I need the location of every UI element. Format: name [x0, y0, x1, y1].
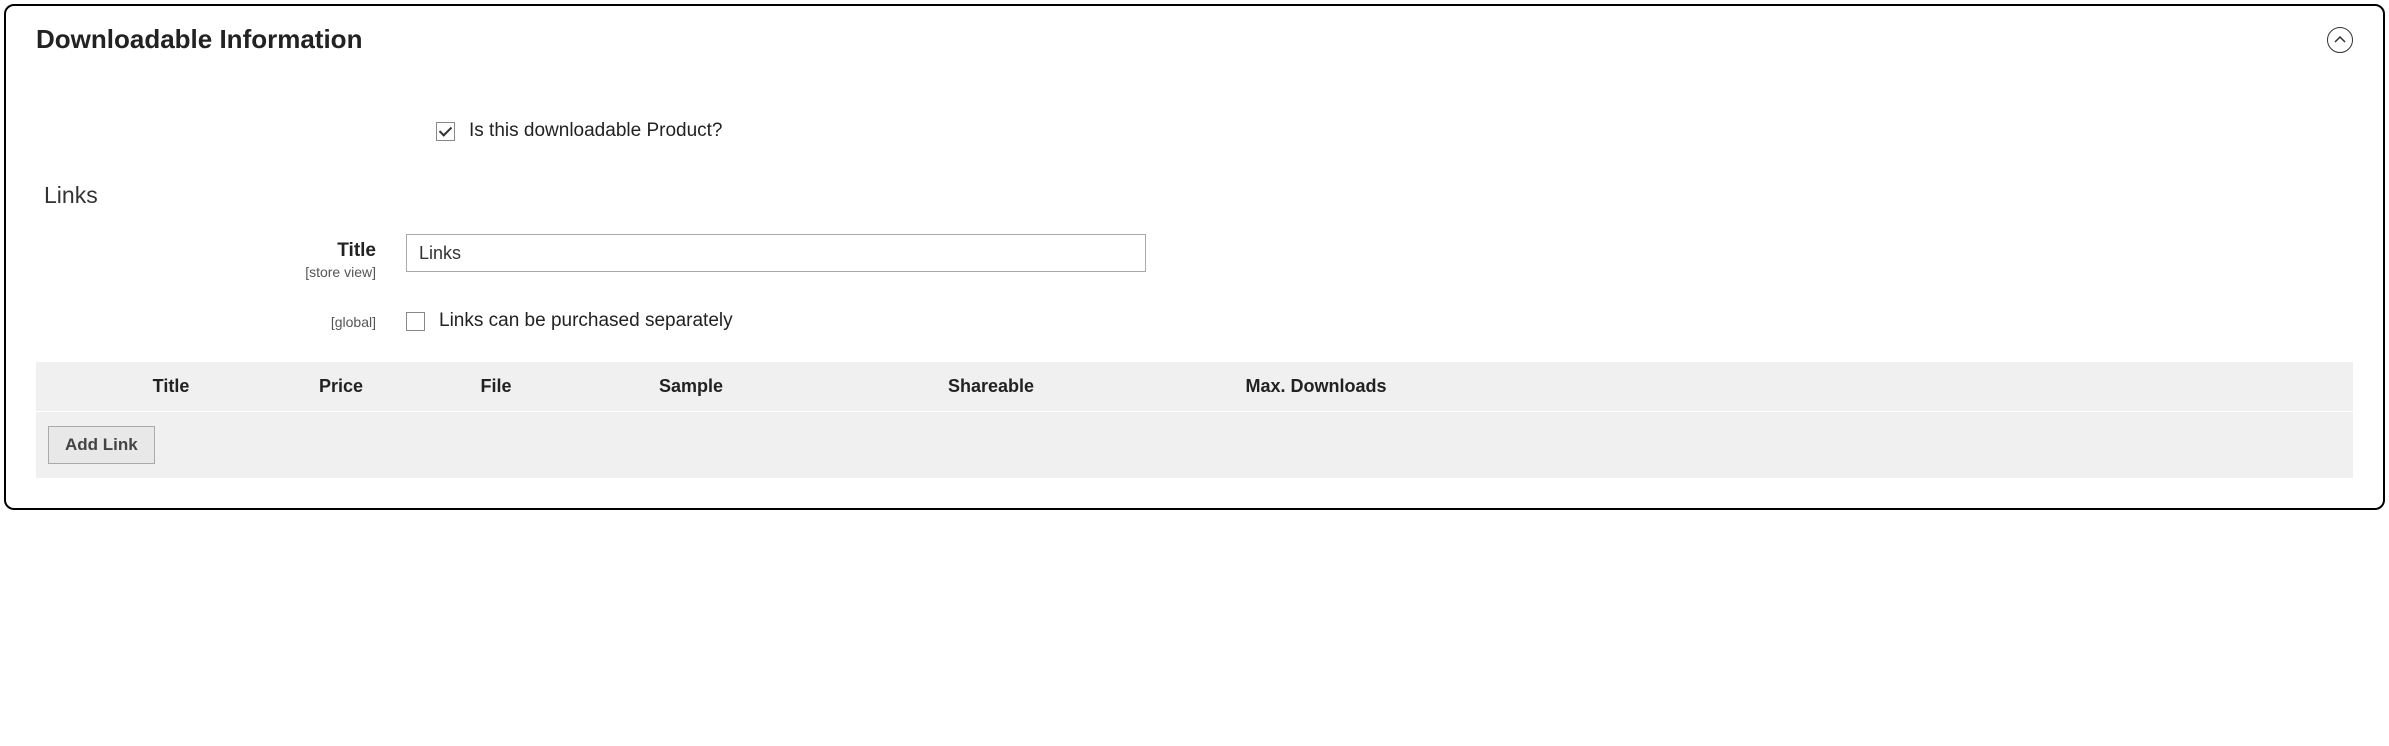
panel-body: Is this downloadable Product? Links Titl… [6, 65, 2383, 508]
is-downloadable-row: Is this downloadable Product? [436, 120, 2353, 142]
th-price: Price [256, 376, 426, 397]
links-title-input[interactable] [406, 234, 1146, 272]
links-table-footer: Add Link [36, 411, 2353, 478]
links-separate-checkbox[interactable] [406, 312, 425, 331]
links-title-label-col: Title [store view] [36, 234, 406, 280]
links-title-row: Title [store view] [36, 234, 2353, 280]
th-file: File [426, 376, 566, 397]
th-spacer [36, 376, 86, 397]
th-title: Title [86, 376, 256, 397]
links-separate-row: [global] Links can be purchased separate… [36, 310, 2353, 332]
add-link-button[interactable]: Add Link [48, 426, 155, 464]
is-downloadable-checkbox[interactable] [436, 122, 455, 141]
links-title-control [406, 234, 2353, 272]
links-separate-scope: [global] [36, 314, 376, 330]
links-section-heading: Links [44, 182, 2353, 209]
links-title-label: Title [337, 240, 376, 261]
links-separate-label: Links can be purchased separately [439, 310, 733, 332]
is-downloadable-label: Is this downloadable Product? [469, 120, 723, 142]
chevron-up-icon [2334, 36, 2346, 44]
panel-header: Downloadable Information [6, 6, 2383, 65]
links-separate-control: Links can be purchased separately [406, 310, 2353, 332]
th-sample: Sample [566, 376, 816, 397]
links-table: Title Price File Sample Shareable Max. D… [36, 362, 2353, 478]
panel-title: Downloadable Information [36, 24, 362, 55]
collapse-icon[interactable] [2327, 27, 2353, 53]
links-table-header: Title Price File Sample Shareable Max. D… [36, 362, 2353, 411]
links-title-scope: [store view] [36, 264, 376, 280]
th-shareable: Shareable [816, 376, 1166, 397]
th-max-downloads: Max. Downloads [1166, 376, 1466, 397]
downloadable-information-panel: Downloadable Information Is this downloa… [4, 4, 2385, 510]
links-separate-label-col: [global] [36, 310, 406, 330]
